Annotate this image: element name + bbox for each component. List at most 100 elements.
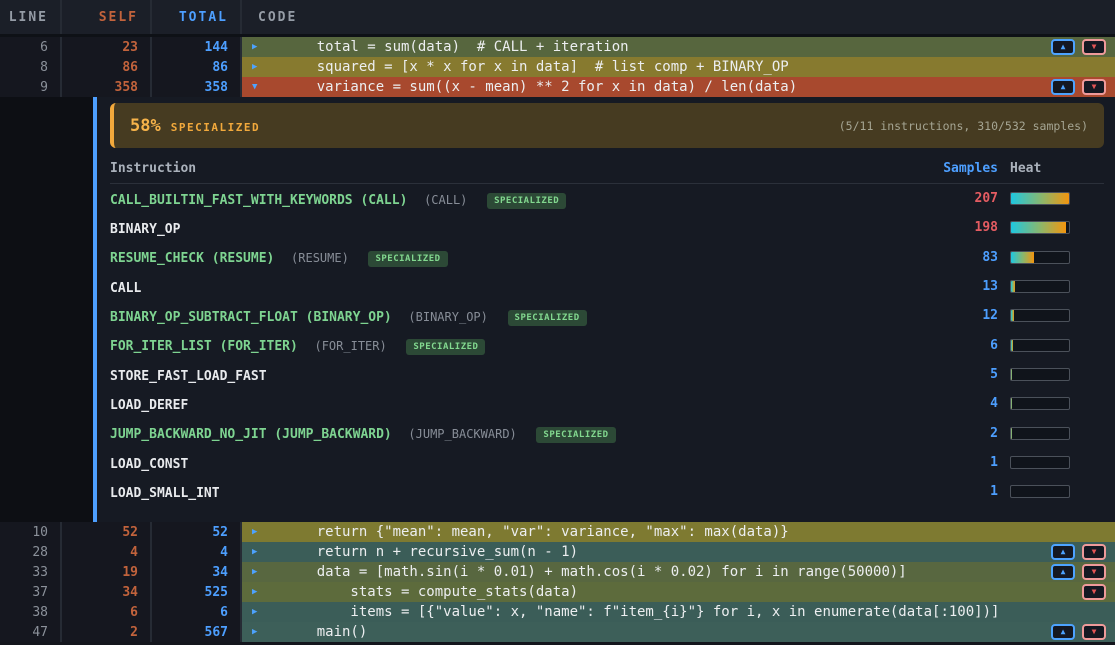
specialized-badge: SPECIALIZED bbox=[487, 193, 566, 209]
line-number: 6 bbox=[0, 37, 62, 57]
self-samples: 52 bbox=[62, 522, 152, 542]
instruction-cell: CALL bbox=[110, 277, 928, 296]
heat-bar-track bbox=[1010, 221, 1070, 234]
jump-down-button[interactable]: ▼ bbox=[1082, 584, 1106, 600]
self-samples: 23 bbox=[62, 37, 152, 57]
instruction-samples: 198 bbox=[928, 220, 998, 235]
instruction-name: RESUME_CHECK (RESUME) bbox=[110, 251, 274, 266]
heat-cell bbox=[998, 192, 1104, 205]
instruction-name: BINARY_OP_SUBTRACT_FLOAT (BINARY_OP) bbox=[110, 310, 392, 325]
self-samples: 2 bbox=[62, 622, 152, 642]
self-samples: 6 bbox=[62, 602, 152, 622]
code-row: 28 4 4 ▶ return n + recursive_sum(n - 1)… bbox=[0, 542, 1115, 562]
line-number: 8 bbox=[0, 57, 62, 77]
jump-buttons: ▲ ▼ bbox=[1082, 584, 1115, 600]
instruction-cell: LOAD_DEREF bbox=[110, 394, 928, 413]
instruction-samples: 5 bbox=[928, 367, 998, 382]
code-rows-bottom: 10 52 52 ▶ return {"mean": mean, "var": … bbox=[0, 522, 1115, 642]
heat-bar-track bbox=[1010, 485, 1070, 498]
jump-up-button[interactable]: ▲ bbox=[1051, 39, 1075, 55]
instruction-cell: STORE_FAST_LOAD_FAST bbox=[110, 365, 928, 384]
instruction-name: LOAD_DEREF bbox=[110, 398, 188, 413]
jump-buttons: ▲ ▼ bbox=[1051, 624, 1115, 640]
left-gutter bbox=[0, 97, 93, 522]
specialized-badge: SPECIALIZED bbox=[368, 251, 447, 267]
jump-buttons: ▲ ▼ bbox=[1051, 564, 1115, 580]
jump-up-button[interactable]: ▲ bbox=[1051, 624, 1075, 640]
instruction-name: LOAD_CONST bbox=[110, 457, 188, 472]
instruction-cell: BINARY_OP_SUBTRACT_FLOAT (BINARY_OP) (BI… bbox=[110, 306, 928, 326]
expand-toggle-icon[interactable]: ▶ bbox=[252, 62, 266, 72]
heat-cell bbox=[998, 280, 1104, 293]
instruction-cell: CALL_BUILTIN_FAST_WITH_KEYWORDS (CALL) (… bbox=[110, 189, 928, 209]
instruction-rows: CALL_BUILTIN_FAST_WITH_KEYWORDS (CALL) (… bbox=[110, 184, 1104, 506]
heat-cell bbox=[998, 456, 1104, 469]
heat-bar-track bbox=[1010, 251, 1070, 264]
code-cell: ▶ squared = [x * x for x in data] # list… bbox=[242, 57, 1115, 77]
self-samples: 4 bbox=[62, 542, 152, 562]
code-row: 10 52 52 ▶ return {"mean": mean, "var": … bbox=[0, 522, 1115, 542]
heat-cell bbox=[998, 485, 1104, 498]
line-number: 33 bbox=[0, 562, 62, 582]
heat-bar-track bbox=[1010, 427, 1070, 440]
instruction-table-header: Instruction Samples Heat bbox=[110, 161, 1104, 184]
instruction-column-header: Instruction bbox=[110, 161, 928, 176]
code-row: 33 19 34 ▶ data = [math.sin(i * 0.01) + … bbox=[0, 562, 1115, 582]
jump-up-button[interactable]: ▲ bbox=[1051, 544, 1075, 560]
jump-buttons: ▲ ▼ bbox=[1051, 544, 1115, 560]
heat-bar-fill bbox=[1011, 310, 1014, 321]
instruction-name: FOR_ITER_LIST (FOR_ITER) bbox=[110, 339, 298, 354]
instruction-family: (FOR_ITER) bbox=[314, 339, 386, 353]
jump-buttons: ▲ ▼ bbox=[1051, 39, 1115, 55]
expand-toggle-icon[interactable]: ▶ bbox=[252, 567, 266, 577]
specialized-badge: SPECIALIZED bbox=[406, 339, 485, 355]
expanded-section: 58% SPECIALIZED (5/11 instructions, 310/… bbox=[0, 97, 1115, 522]
line-number: 38 bbox=[0, 602, 62, 622]
jump-up-button[interactable]: ▲ bbox=[1051, 79, 1075, 95]
code-rows-top: 6 23 144 ▶ total = sum(data) # CALL + it… bbox=[0, 37, 1115, 97]
specialized-label: SPECIALIZED bbox=[171, 121, 260, 134]
samples-column-header: Samples bbox=[928, 161, 998, 176]
jump-down-button[interactable]: ▼ bbox=[1082, 624, 1106, 640]
code-text: return {"mean": mean, "var": variance, "… bbox=[283, 522, 789, 542]
column-header-code: CODE bbox=[242, 0, 1115, 34]
expand-toggle-icon[interactable]: ▶ bbox=[252, 42, 266, 52]
jump-buttons: ▲ ▼ bbox=[1051, 79, 1115, 95]
jump-down-button[interactable]: ▼ bbox=[1082, 564, 1106, 580]
line-number: 47 bbox=[0, 622, 62, 642]
total-samples: 567 bbox=[152, 622, 242, 642]
total-samples: 6 bbox=[152, 602, 242, 622]
jump-down-button[interactable]: ▼ bbox=[1082, 39, 1106, 55]
instruction-name: JUMP_BACKWARD_NO_JIT (JUMP_BACKWARD) bbox=[110, 427, 392, 442]
expand-toggle-icon[interactable]: ▶ bbox=[252, 547, 266, 557]
expand-toggle-icon[interactable]: ▶ bbox=[252, 607, 266, 617]
code-row: 9 358 358 ▼ variance = sum((x - mean) **… bbox=[0, 77, 1115, 97]
expand-toggle-icon[interactable]: ▶ bbox=[252, 587, 266, 597]
expand-toggle-icon[interactable]: ▶ bbox=[252, 527, 266, 537]
code-row: 37 34 525 ▶ stats = compute_stats(data) … bbox=[0, 582, 1115, 602]
jump-down-button[interactable]: ▼ bbox=[1082, 79, 1106, 95]
code-cell: ▶ total = sum(data) # CALL + iteration ▲… bbox=[242, 37, 1115, 57]
instruction-samples: 2 bbox=[928, 426, 998, 441]
expand-toggle-icon[interactable]: ▶ bbox=[252, 627, 266, 637]
heat-bar-fill bbox=[1011, 281, 1015, 292]
jump-up-button[interactable]: ▲ bbox=[1051, 564, 1075, 580]
instruction-row: LOAD_CONST 1 bbox=[110, 448, 1104, 477]
total-samples: 144 bbox=[152, 37, 242, 57]
line-number: 10 bbox=[0, 522, 62, 542]
total-samples: 358 bbox=[152, 77, 242, 97]
heat-bar-track bbox=[1010, 280, 1070, 293]
jump-down-button[interactable]: ▼ bbox=[1082, 544, 1106, 560]
code-cell: ▶ main() ▲ ▼ bbox=[242, 622, 1115, 642]
heat-cell bbox=[998, 368, 1104, 381]
instruction-row: CALL 13 bbox=[110, 272, 1104, 301]
code-row: 6 23 144 ▶ total = sum(data) # CALL + it… bbox=[0, 37, 1115, 57]
expand-toggle-icon[interactable]: ▼ bbox=[252, 82, 266, 92]
line-number: 9 bbox=[0, 77, 62, 97]
code-text: main() bbox=[283, 622, 367, 642]
column-header-self: SELF bbox=[62, 0, 152, 34]
instruction-samples: 13 bbox=[928, 279, 998, 294]
heat-column-header: Heat bbox=[998, 161, 1104, 176]
heat-bar-track bbox=[1010, 192, 1070, 205]
column-header-total: TOTAL bbox=[152, 0, 242, 34]
